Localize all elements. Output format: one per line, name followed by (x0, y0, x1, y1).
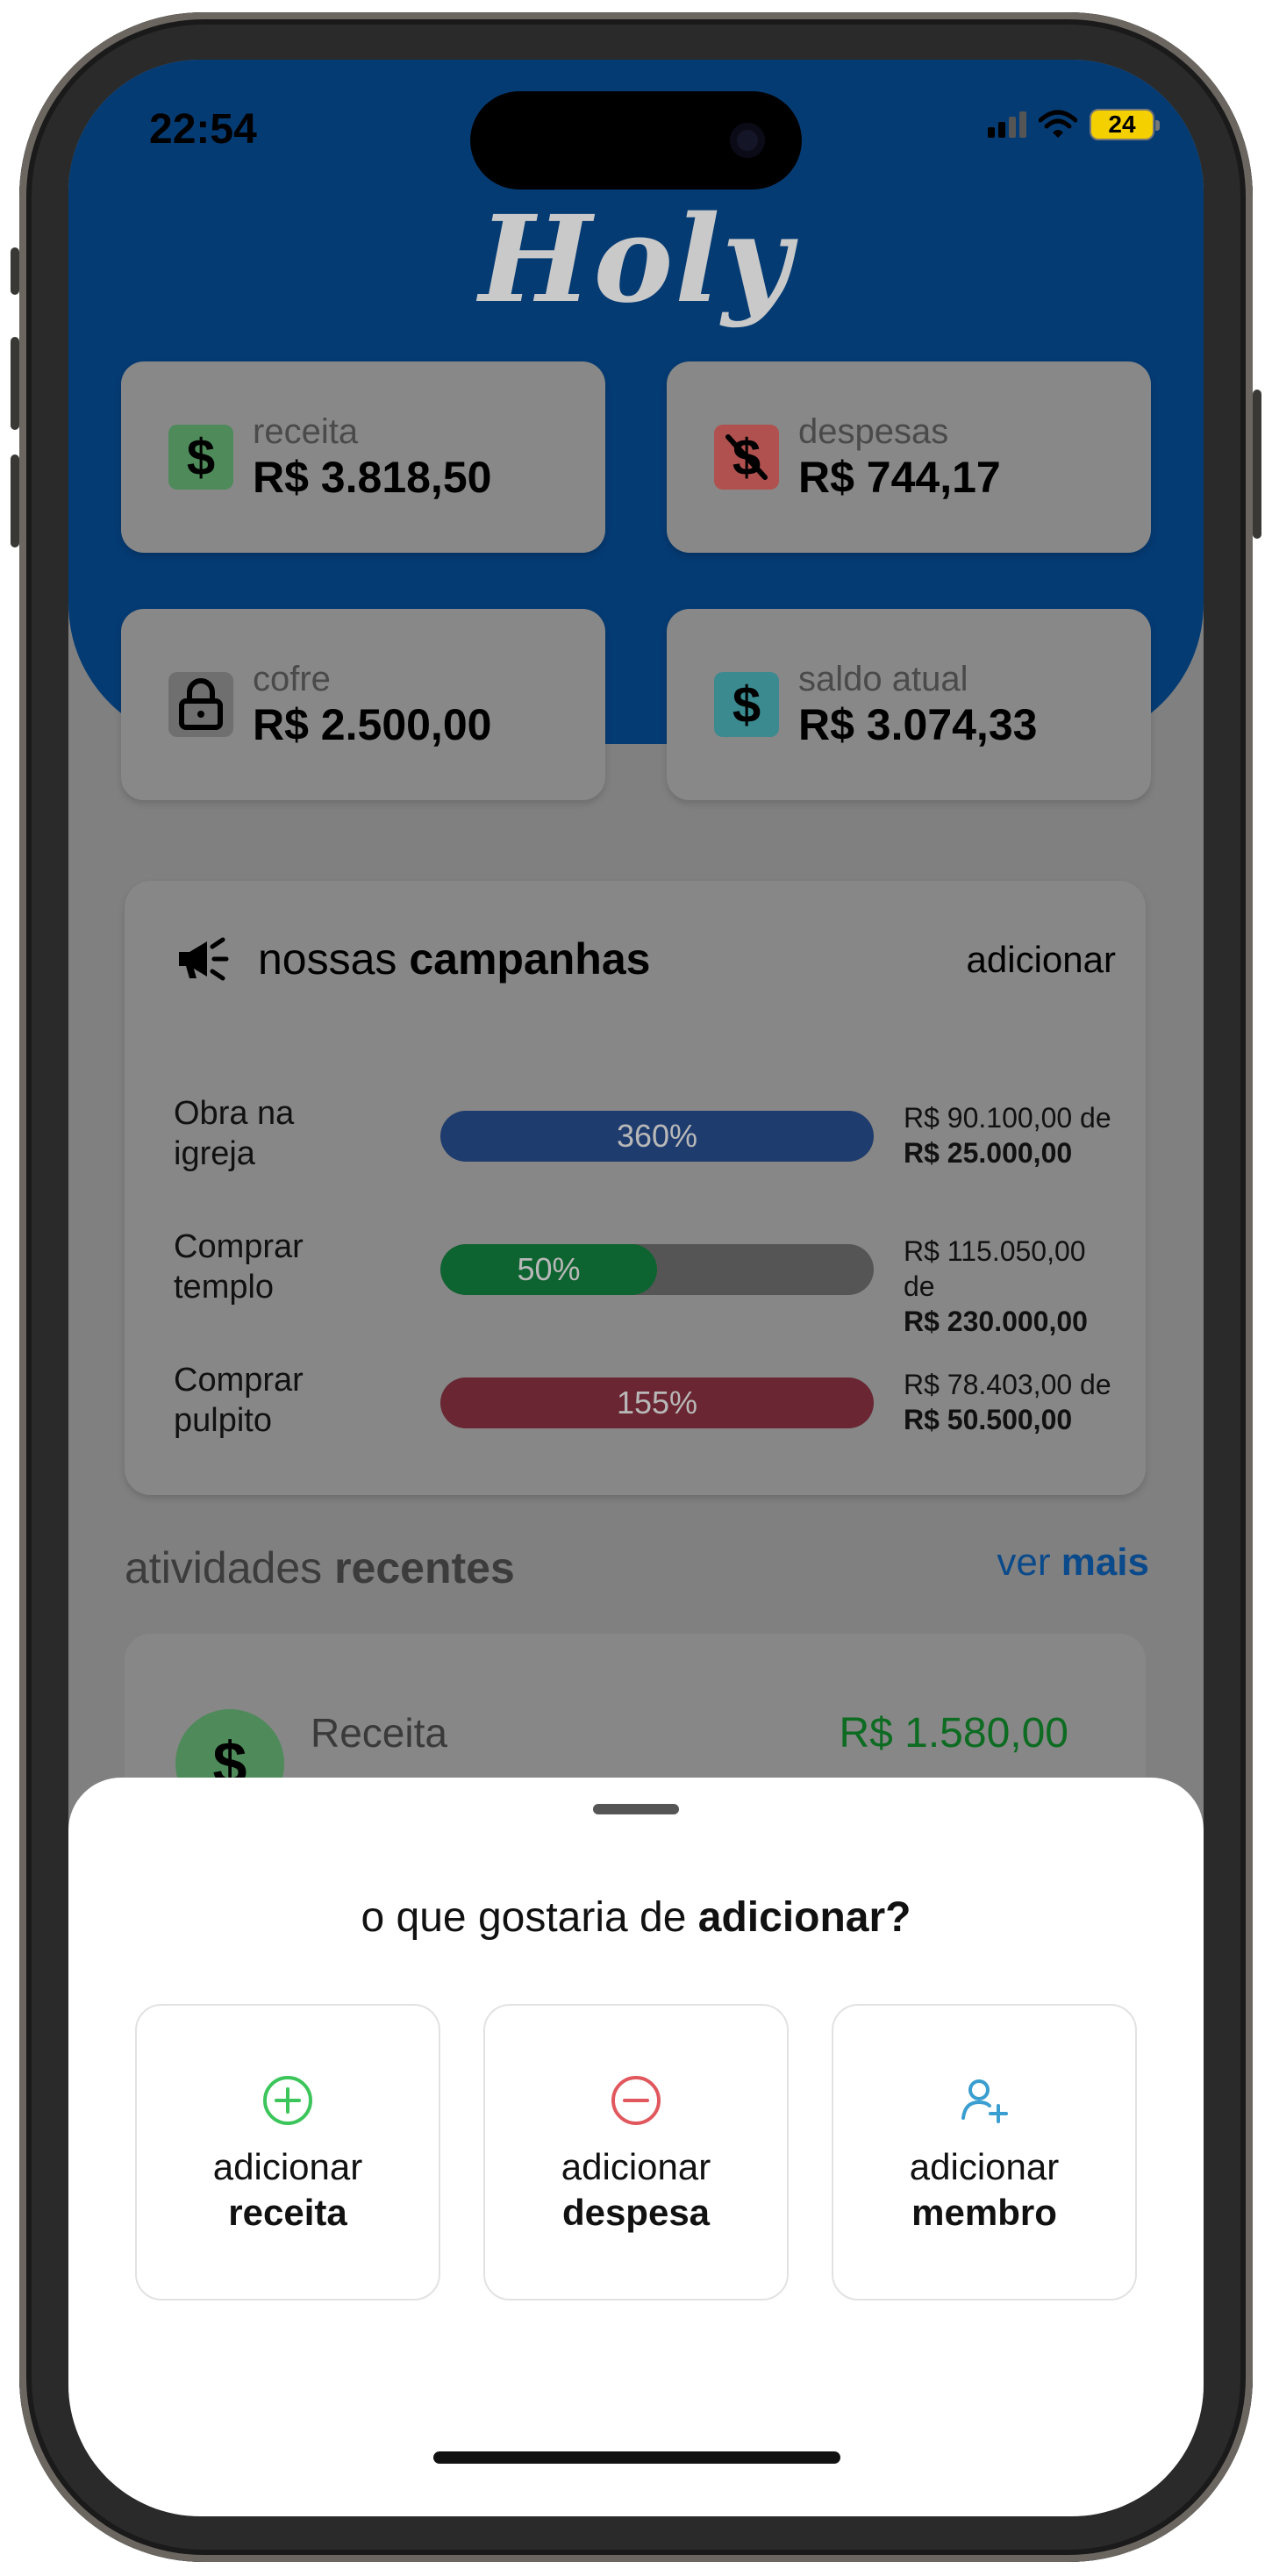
stat-card-receita[interactable]: $ receita R$ 3.818,50 (121, 361, 605, 553)
stat-card-saldo[interactable]: $ saldo atual R$ 3.074,33 (667, 609, 1151, 800)
signal-icon (988, 111, 1026, 138)
add-member-button[interactable]: adicionar membro (832, 2004, 1137, 2301)
campaign-progress-bar: 155% (440, 1377, 874, 1428)
campaign-amount: R$ 78.403,00 de R$ 50.500,00 (904, 1369, 1111, 1435)
stat-label: despesas (798, 412, 949, 451)
campaigns-title: nossas campanhas (258, 934, 651, 984)
action-button (11, 247, 19, 295)
sheet-title: o que gostaria de adicionar? (361, 1894, 911, 1941)
add-bottom-sheet: o que gostaria de adicionar? adicionar r… (68, 1778, 1204, 2516)
power-button (1253, 390, 1261, 539)
add-expense-button[interactable]: adicionar despesa (483, 2004, 789, 2301)
stat-value: R$ 744,17 (798, 453, 1001, 502)
dollar-icon: $ (168, 425, 233, 490)
battery-icon: 24 (1090, 109, 1160, 140)
option-label-bold: receita (228, 2192, 347, 2233)
stat-value: R$ 3.074,33 (798, 700, 1038, 749)
campaign-progress-bar: 360% (440, 1111, 874, 1162)
activity-label: Receita (311, 1710, 447, 1756)
stat-value: R$ 3.818,50 (253, 453, 492, 502)
status-icons: 24 (988, 109, 1160, 140)
add-user-icon (961, 2079, 1008, 2123)
dollar-off-icon: $ (714, 425, 779, 490)
sheet-grabber[interactable] (593, 1804, 679, 1814)
campaign-progress-bar: 50% (440, 1244, 874, 1295)
volume-down-button (11, 454, 19, 547)
stat-card-cofre[interactable]: cofre R$ 2.500,00 (121, 609, 605, 800)
progress-percent: 360% (616, 1118, 698, 1154)
add-campaign-button[interactable]: adicionar (967, 939, 1116, 981)
campaign-amount: R$ 115.050,00 de R$ 230.000,00 (904, 1235, 1088, 1337)
progress-percent: 155% (616, 1385, 698, 1420)
screen: 22:54 24 Holy $ receita R$ 3.818,50 $ de… (68, 60, 1204, 2516)
status-time: 22:54 (149, 106, 257, 153)
wifi-icon (1039, 110, 1077, 138)
stat-card-despesas[interactable]: $ despesas R$ 744,17 (667, 361, 1151, 553)
lock-icon (168, 672, 233, 737)
campaigns-card: nossas campanhas adicionar Obra na igreja… (125, 881, 1146, 1495)
home-indicator[interactable] (433, 2451, 840, 2464)
campaign-amount: R$ 90.100,00 de R$ 25.000,00 (904, 1102, 1111, 1169)
activity-amount: R$ 1.580,00 (839, 1710, 1068, 1757)
campaign-name: Obra na igreja (174, 1095, 295, 1172)
campaign-row[interactable]: Obra na igreja 360% R$ 90.100,00 de R$ 25.… (174, 1093, 1121, 1181)
option-label: adicionar (909, 2146, 1060, 2187)
camera-icon (730, 123, 765, 158)
option-label-bold: despesa (561, 2192, 711, 2233)
campaign-name: Comprar templo (174, 1228, 304, 1306)
option-label: adicionar (561, 2146, 711, 2187)
campaign-row[interactable]: Comprar pulpito 155% R$ 78.403,00 de R$ 50… (174, 1360, 1121, 1448)
plus-circle-icon (263, 2076, 312, 2125)
stat-label: saldo atual (798, 660, 968, 698)
progress-percent: 50% (517, 1251, 581, 1287)
stat-label: cofre (253, 660, 331, 698)
recent-activities-title: atividades recentes (125, 1543, 515, 1592)
dynamic-island (470, 91, 802, 190)
add-income-button[interactable]: adicionar receita (135, 2004, 440, 2301)
stat-value: R$ 2.500,00 (253, 700, 492, 749)
campaign-row[interactable]: Comprar templo 50% R$ 115.050,00 de R$ 230… (174, 1227, 1121, 1337)
campaign-name: Comprar pulpito (174, 1362, 304, 1439)
see-more-link[interactable]: ver mais (997, 1541, 1149, 1585)
app-logo: Holy (479, 190, 793, 330)
option-label: adicionar (212, 2146, 363, 2187)
stat-label: receita (253, 412, 359, 451)
megaphone-icon (179, 937, 229, 981)
option-label-bold: membro (911, 2192, 1057, 2233)
dollar-icon: $ (714, 672, 779, 737)
volume-up-button (11, 337, 19, 430)
minus-circle-icon (611, 2076, 661, 2125)
